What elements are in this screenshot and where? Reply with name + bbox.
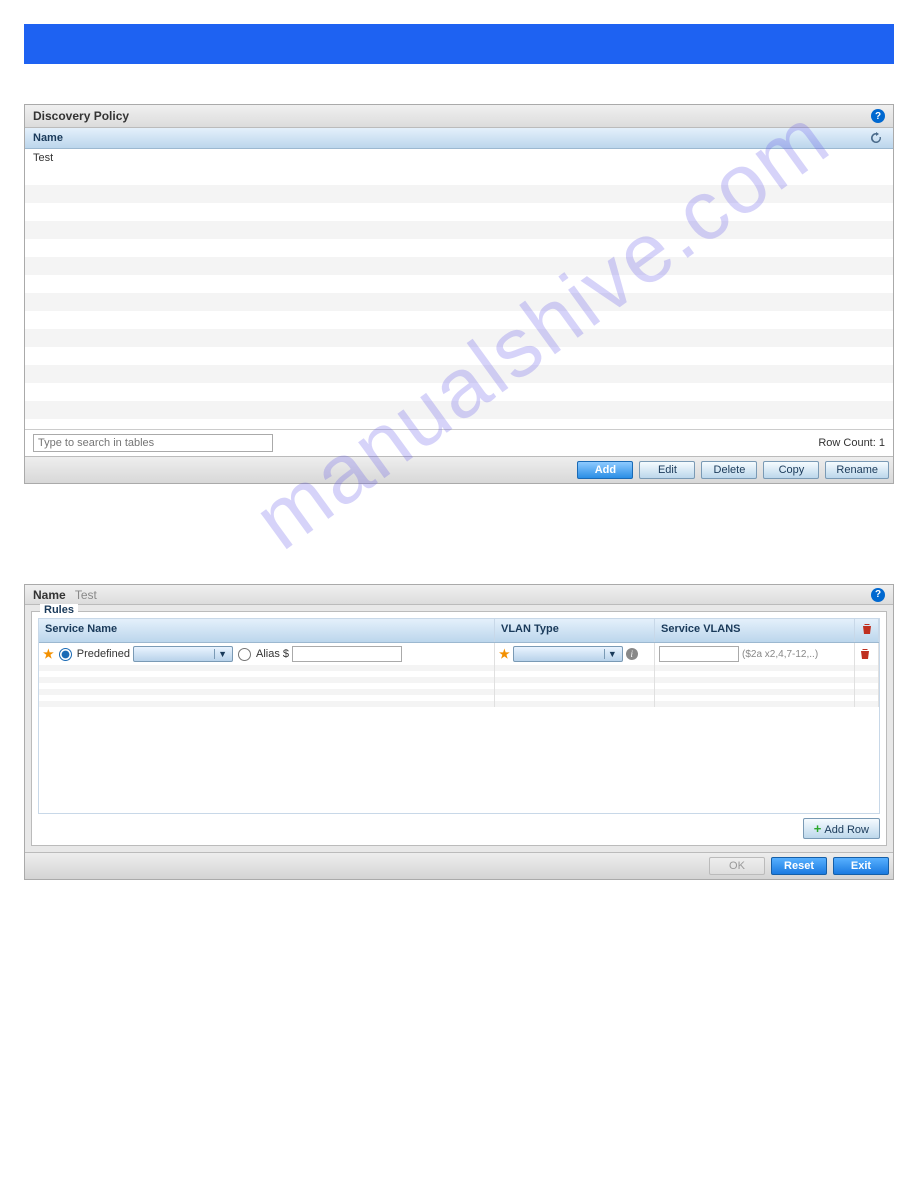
help-icon[interactable]: ? — [871, 588, 885, 602]
col-name-header[interactable]: Name — [33, 132, 867, 144]
help-icon[interactable]: ? — [871, 109, 885, 123]
col-service-name[interactable]: Service Name — [39, 619, 495, 642]
delete-button[interactable]: Delete — [701, 461, 757, 479]
service-vlans-hint: ($2a x2,4,7-12,..) — [742, 649, 818, 660]
trash-icon[interactable] — [861, 623, 873, 635]
alias-prefix: $ — [283, 648, 289, 660]
discovery-policy-panel: Discovery Policy ? Name Test — [24, 104, 894, 484]
table-row[interactable]: Test — [25, 149, 893, 167]
refresh-icon[interactable] — [867, 132, 885, 144]
alias-label: Alias — [256, 648, 280, 660]
ok-button: OK — [709, 857, 765, 875]
alias-input[interactable] — [292, 646, 402, 662]
copy-button[interactable]: Copy — [763, 461, 819, 479]
rule-row: ★ Predefined ▼ Alias $ ★ ▼ i — [39, 643, 879, 665]
search-input[interactable] — [33, 434, 273, 452]
col-delete-all[interactable] — [855, 619, 879, 642]
vlan-type-combo[interactable]: ▼ — [513, 646, 623, 662]
plus-icon: + — [814, 821, 822, 836]
predefined-radio[interactable] — [59, 648, 72, 661]
rules-legend: Rules — [40, 604, 78, 616]
service-vlans-input[interactable] — [659, 646, 739, 662]
policy-grid: Name Test Row Count: 1 — [25, 128, 893, 456]
add-row-button[interactable]: +Add Row — [803, 818, 880, 839]
policy-detail-panel: Name Test ? Rules Service Name VLAN Type… — [24, 584, 894, 880]
rename-button[interactable]: Rename — [825, 461, 889, 479]
predefined-label: Predefined — [77, 648, 130, 660]
exit-button[interactable]: Exit — [833, 857, 889, 875]
rules-fieldset: Rules Service Name VLAN Type Service VLA… — [31, 611, 887, 846]
alias-radio[interactable] — [238, 648, 251, 661]
row-count: Row Count: 1 — [818, 437, 885, 449]
required-icon: ★ — [499, 647, 510, 661]
info-icon[interactable]: i — [626, 648, 638, 660]
add-button[interactable]: Add — [577, 461, 633, 479]
reset-button[interactable]: Reset — [771, 857, 827, 875]
detail-name: Name Test — [33, 588, 97, 602]
trash-icon[interactable] — [859, 648, 871, 660]
button-bar: Add Edit Delete Copy Rename — [25, 456, 893, 483]
rules-grid: Service Name VLAN Type Service VLANS ★ — [38, 618, 880, 814]
edit-button[interactable]: Edit — [639, 461, 695, 479]
grid-rows: Test — [25, 149, 893, 429]
top-bar — [24, 24, 894, 64]
footer-bar: OK Reset Exit — [25, 852, 893, 879]
col-service-vlans[interactable]: Service VLANS — [655, 619, 855, 642]
predefined-combo[interactable]: ▼ — [133, 646, 233, 662]
panel-title: Discovery Policy — [33, 109, 129, 123]
col-vlan-type[interactable]: VLAN Type — [495, 619, 655, 642]
required-icon: ★ — [43, 647, 54, 661]
